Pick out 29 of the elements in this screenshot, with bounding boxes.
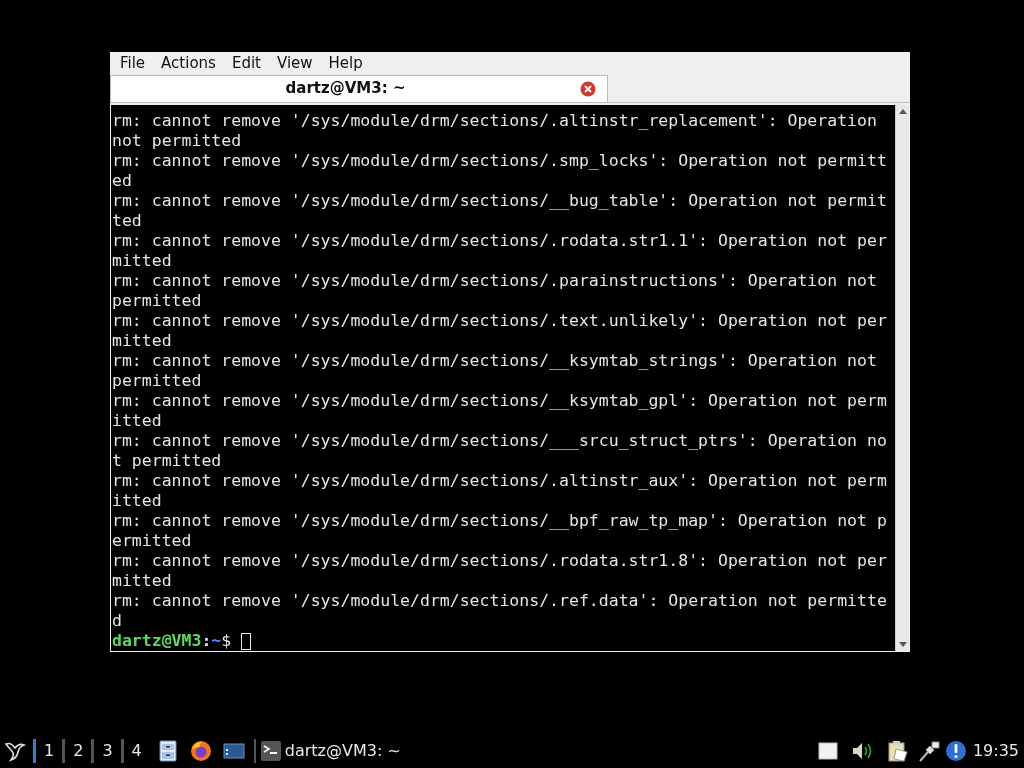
terminal-icon bbox=[260, 741, 281, 761]
clock[interactable]: 19:35 bbox=[972, 739, 1019, 763]
scrollbar[interactable] bbox=[895, 104, 909, 651]
menu-item[interactable]: Edit bbox=[223, 52, 269, 75]
scroll-up-icon[interactable] bbox=[898, 107, 907, 114]
workspace-button[interactable]: 2 bbox=[62, 739, 92, 763]
close-icon[interactable] bbox=[580, 80, 596, 97]
workspace-button[interactable]: 3 bbox=[91, 739, 121, 763]
clipboard-icon[interactable] bbox=[886, 740, 909, 762]
menu-item[interactable]: Actions bbox=[153, 52, 224, 75]
workspace-button[interactable]: 1 bbox=[33, 739, 63, 763]
drive-icon[interactable] bbox=[817, 742, 838, 760]
prompt-symbol: $ bbox=[221, 630, 232, 651]
scroll-down-icon[interactable] bbox=[898, 641, 907, 648]
browser-icon[interactable] bbox=[189, 740, 212, 762]
prompt-path: ~ bbox=[211, 630, 222, 651]
menu-item[interactable]: View bbox=[268, 52, 321, 75]
workspace-button[interactable]: 4 bbox=[120, 739, 150, 763]
taskbar-task-button[interactable]: dartz@VM3: ~ bbox=[260, 739, 401, 763]
menu-item[interactable]: File bbox=[112, 52, 154, 75]
terminal-line: rm: cannot remove '/sys/module/drm/sections/.ref.data': Operation not permitted bbox=[112, 590, 887, 631]
prompt-separator: : bbox=[201, 630, 212, 651]
tab[interactable]: dartz@VM3: ~ bbox=[110, 74, 608, 102]
menu-item[interactable]: Help bbox=[320, 52, 371, 75]
network-plug-icon[interactable] bbox=[917, 740, 940, 762]
info-icon[interactable] bbox=[944, 740, 967, 762]
monitor-icon[interactable] bbox=[222, 742, 245, 760]
prompt-user-host: dartz@VM3 bbox=[112, 630, 202, 651]
file-cabinet-icon[interactable] bbox=[157, 740, 178, 762]
